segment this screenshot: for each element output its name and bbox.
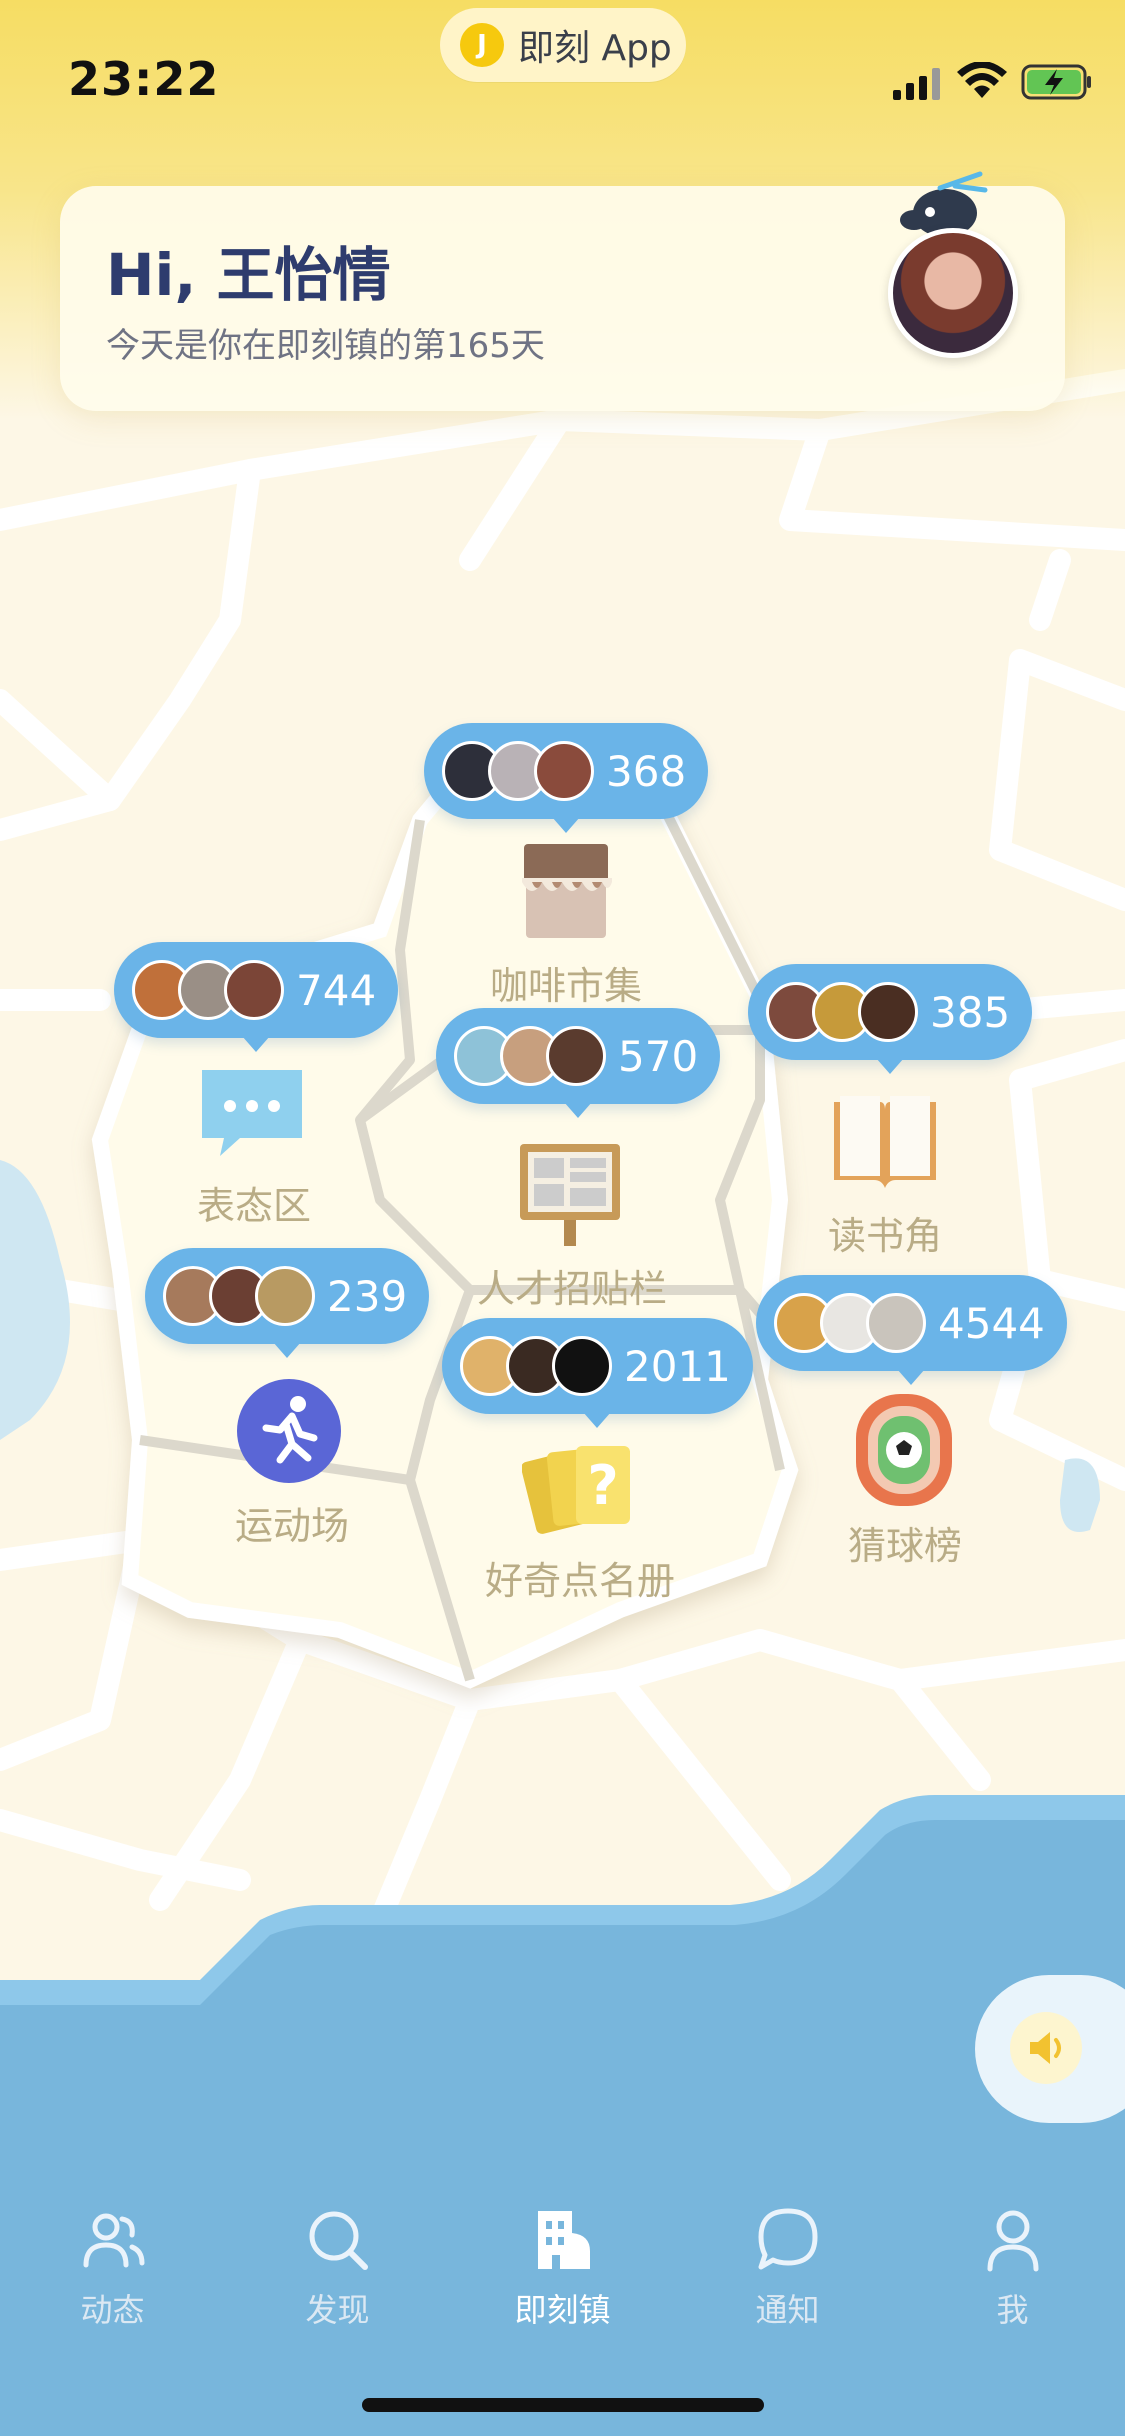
- greeting-subtitle: 今天是你在即刻镇的第165天: [106, 326, 545, 366]
- running-person-icon[interactable]: [236, 1378, 342, 1484]
- visitor-avatar: [534, 741, 594, 801]
- place-label-sports[interactable]: 运动场: [212, 1495, 372, 1550]
- visitor-count: 368: [606, 746, 687, 796]
- visitor-count: 4544: [938, 1298, 1045, 1348]
- speaker-icon: [1030, 2032, 1061, 2064]
- tab-me[interactable]: 我: [900, 2185, 1125, 2385]
- app-pill-label: 即刻 App: [518, 28, 672, 69]
- search-icon: [309, 2211, 368, 2270]
- status-bar: 23:22 J 即刻 App: [0, 0, 1125, 150]
- app-screen: 23:22 J 即刻 App Hi, 王怡情 今天是你在即刻镇的第165天 36…: [0, 0, 1125, 2436]
- open-book-icon[interactable]: [830, 1092, 940, 1192]
- question-cards-icon[interactable]: ?: [522, 1438, 636, 1538]
- chat-bubble-icon: [758, 2208, 818, 2270]
- cellular-signal-icon: [893, 68, 940, 100]
- place-label-football[interactable]: 猜球榜: [830, 1515, 980, 1570]
- tab-label: 通知: [755, 2291, 820, 2329]
- cafe-stall-icon[interactable]: [516, 842, 616, 942]
- tab-label: 发现: [305, 2291, 370, 2329]
- visitor-count: 2011: [624, 1341, 731, 1391]
- express-visitors-bubble[interactable]: 744: [114, 942, 399, 1052]
- sound-toggle-button[interactable]: [1010, 2012, 1082, 2084]
- jobs-visitors-bubble[interactable]: 570: [436, 1008, 721, 1118]
- battery-charging-icon: [1021, 64, 1091, 100]
- reading-visitors-bubble[interactable]: 385: [748, 964, 1033, 1074]
- tab-notifications[interactable]: 通知: [675, 2185, 900, 2385]
- place-label-jobs[interactable]: 人才招贴栏: [462, 1258, 682, 1313]
- place-label-cafe[interactable]: 咖啡市集: [466, 955, 666, 1010]
- bulletin-board-icon[interactable]: [516, 1140, 624, 1248]
- place-label-express[interactable]: 表态区: [174, 1175, 334, 1230]
- tab-label: 我: [996, 2291, 1029, 2329]
- svg-text:?: ?: [587, 1454, 618, 1517]
- home-indicator[interactable]: [362, 2398, 764, 2412]
- tab-label: 即刻镇: [514, 2291, 611, 2329]
- tab-discover[interactable]: 发现: [225, 2185, 450, 2385]
- sports-visitors-bubble[interactable]: 239: [145, 1248, 430, 1358]
- visitor-count: 385: [930, 987, 1011, 1037]
- visitor-avatar: [546, 1026, 606, 1086]
- visitor-avatar: [224, 960, 284, 1020]
- visitor-avatar: [858, 982, 918, 1042]
- person-icon: [987, 2210, 1039, 2272]
- greeting-title: Hi, 王怡情: [106, 241, 391, 309]
- status-time: 23:22: [68, 52, 220, 106]
- soccer-field-icon[interactable]: [854, 1392, 954, 1508]
- chat-bubble-icon[interactable]: [198, 1066, 306, 1158]
- tab-feed[interactable]: 动态: [0, 2185, 225, 2385]
- visitor-avatar: [255, 1266, 315, 1326]
- football-visitors-bubble[interactable]: 4544: [756, 1275, 1067, 1385]
- visitor-avatar: [552, 1336, 612, 1396]
- bottom-tab-bar: 动态 发现 即刻镇 通知 我: [0, 2185, 1125, 2385]
- cafe-visitors-bubble[interactable]: 368: [424, 723, 709, 833]
- visitor-count: 744: [296, 965, 377, 1015]
- curious-visitors-bubble[interactable]: 2011: [442, 1318, 753, 1428]
- people-icon: [83, 2213, 145, 2268]
- jike-logo-icon: J: [460, 23, 504, 67]
- visitor-count: 570: [618, 1031, 699, 1081]
- buildings-icon: [538, 2211, 590, 2269]
- visitor-count: 239: [327, 1271, 408, 1321]
- place-label-curious[interactable]: 好奇点名册: [470, 1550, 690, 1605]
- tab-label: 动态: [80, 2291, 145, 2329]
- place-label-reading[interactable]: 读书角: [810, 1205, 960, 1260]
- back-to-app-pill[interactable]: J 即刻 App: [440, 8, 686, 82]
- visitor-avatar: [866, 1293, 926, 1353]
- wifi-icon: [957, 62, 1007, 98]
- tab-jike-town[interactable]: 即刻镇: [450, 2185, 675, 2385]
- user-avatar[interactable]: [888, 228, 1018, 358]
